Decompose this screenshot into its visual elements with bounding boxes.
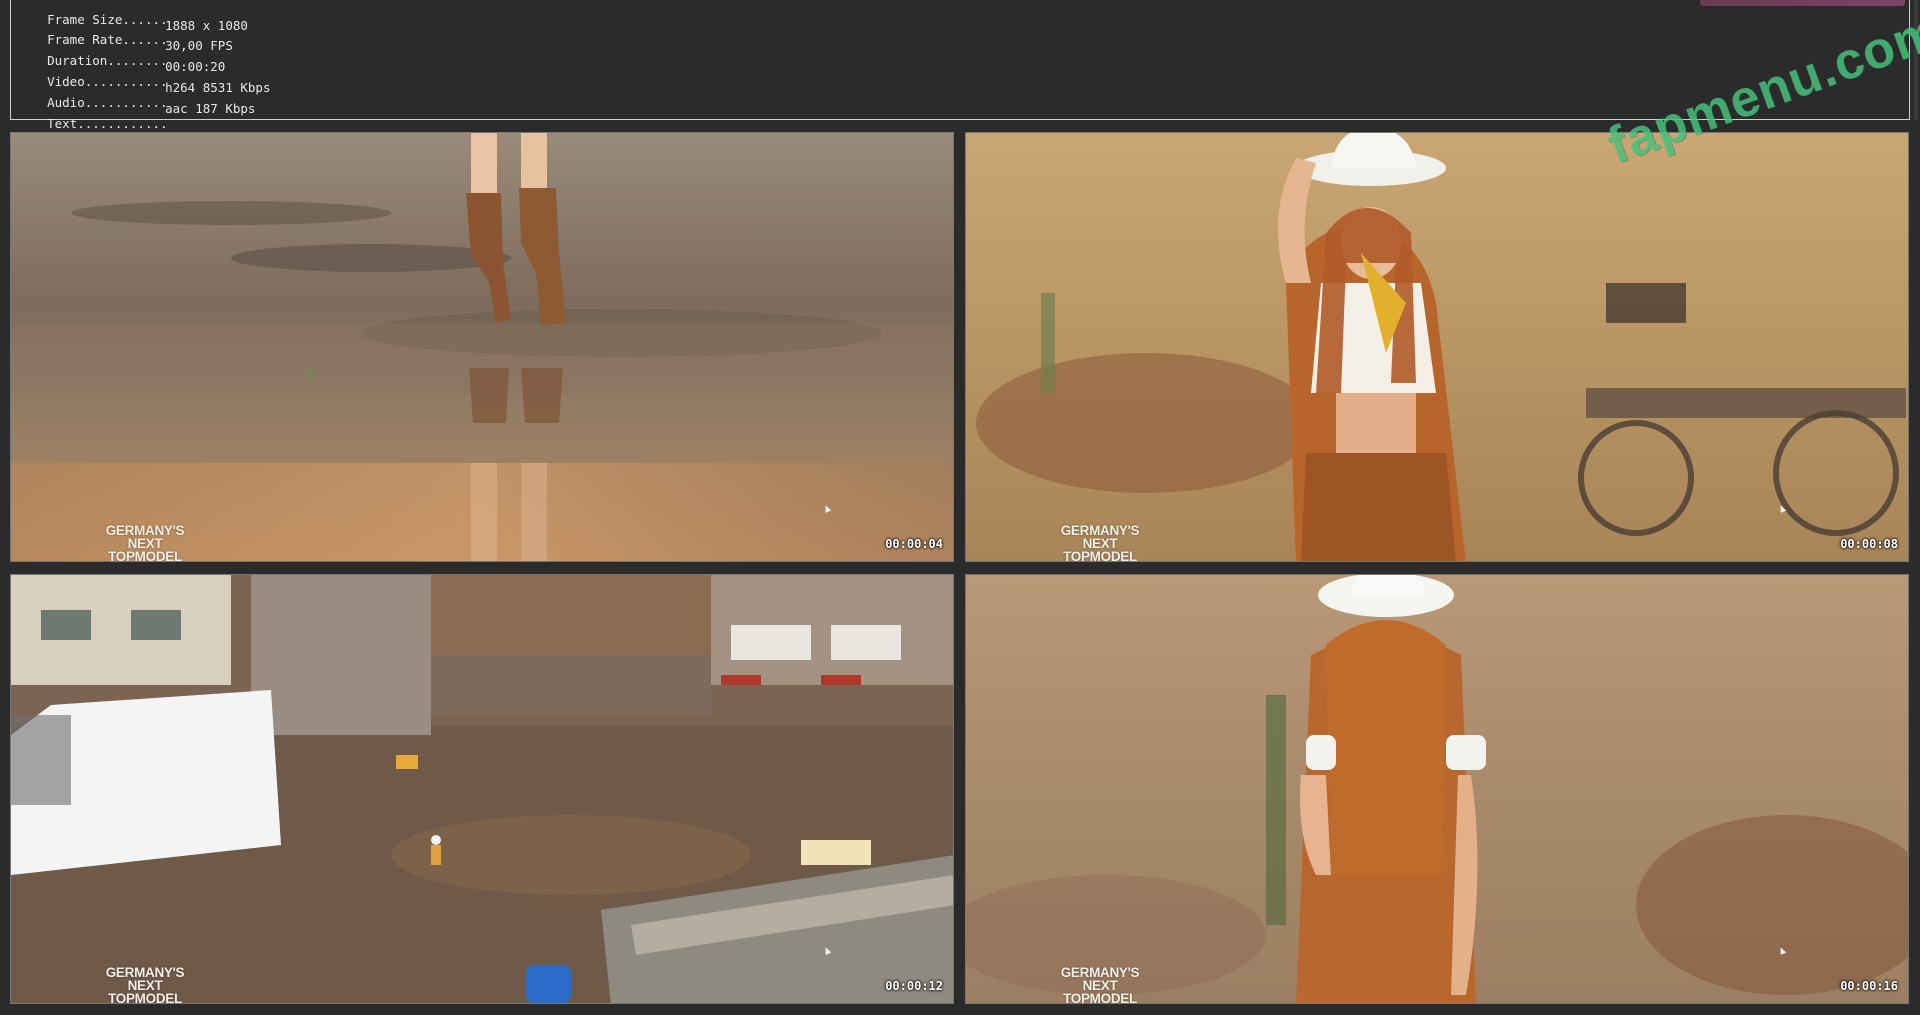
show-logo: GERMANY'S NEXT TOPMODEL <box>1052 524 1148 562</box>
info-row-text: Text....................................… <box>17 94 729 137</box>
frame-timestamp: 00:00:16 <box>1840 979 1898 993</box>
show-logo: GERMANY'S NEXT TOPMODEL <box>97 524 193 562</box>
info-row-frame-size: Frame Size1888 x 1080 <box>17 0 248 33</box>
media-info-panel: Frame Size1888 x 1080 Frame Rate30,00 FP… <box>10 0 1910 137</box>
frame-image <box>966 133 1908 561</box>
logo-line: TOPMODEL <box>1063 549 1137 562</box>
frame-timestamp: 00:00:04 <box>885 537 943 551</box>
frame-image <box>11 133 953 561</box>
video-frame-thumbnail[interactable]: GERMANY'S NEXT TOPMODEL 00:00:04 <box>10 132 954 562</box>
frame-timestamp: 00:00:12 <box>885 979 943 993</box>
video-frame-thumbnail[interactable]: GERMANY'S NEXT TOPMODEL 00:00:16 <box>965 574 1909 1004</box>
info-row-audio: Audioaac 187 Kbps <box>17 73 255 116</box>
info-label: Text <box>47 114 165 134</box>
info-row-video: Videoh264 8531 Kbps <box>17 52 270 95</box>
logo-line: TOPMODEL <box>1063 991 1137 1004</box>
frame-timestamp: 00:00:08 <box>1840 537 1898 551</box>
info-row-frame-rate: Frame Rate30,00 FPS <box>17 10 233 53</box>
frame-image <box>966 575 1908 1003</box>
video-frame-thumbnail[interactable]: GERMANY'S NEXT TOPMODEL 00:00:08 <box>965 132 1909 562</box>
video-frame-thumbnail[interactable]: GERMANY'S NEXT TOPMODEL 00:00:12 <box>10 574 954 1004</box>
show-logo: GERMANY'S NEXT TOPMODEL <box>97 966 193 1004</box>
window-accent-bar <box>1700 0 1905 6</box>
info-row-duration: Duration00:00:20 <box>17 31 225 74</box>
logo-line: TOPMODEL <box>108 991 182 1004</box>
frame-image <box>11 575 953 1003</box>
logo-line: TOPMODEL <box>108 549 182 562</box>
show-logo: GERMANY'S NEXT TOPMODEL <box>1052 966 1148 1004</box>
